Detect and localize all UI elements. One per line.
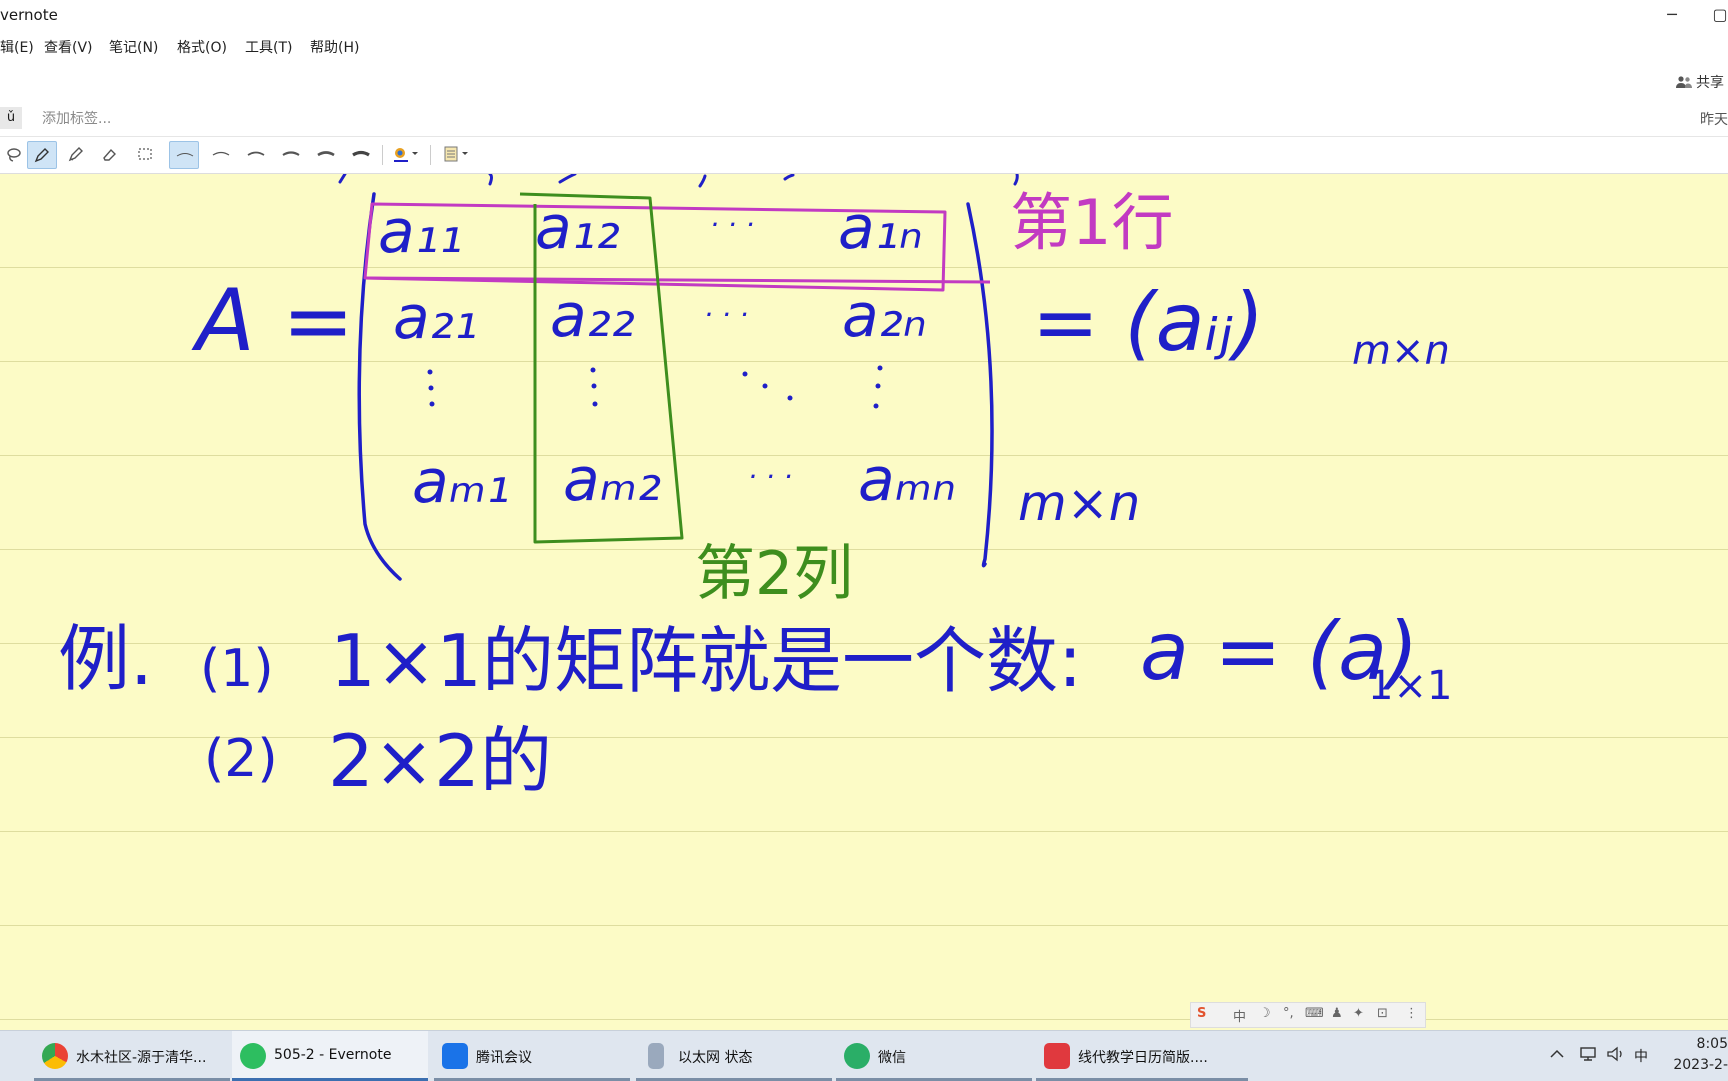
cell-amn: aₘₙ <box>858 445 956 515</box>
cell-a2n: a₂ₙ <box>842 281 927 351</box>
ime-mode-toggle[interactable]: 中 <box>1233 1006 1246 1025</box>
cell-a12: a₁₂ <box>535 193 620 263</box>
row-annotation: 第1行 <box>1010 186 1173 259</box>
ime-toolbar[interactable]: S 中 ☽ °, ⌨ ♟ ✦ ⊡ ⋮ <box>1190 1002 1426 1028</box>
more-icon[interactable]: ⋮ <box>1405 1006 1418 1021</box>
cell-a22: a₂₂ <box>550 281 635 351</box>
example-1-number: (1) <box>200 639 274 699</box>
cell-dots-1: · · · <box>710 208 755 241</box>
matrix-lhs: A = <box>191 271 354 371</box>
ink-canvas[interactable]: A = a₁₁ a₁₂ · · · a₁ₙ a₂₁ a₂₂ · · · a₂ₙ … <box>0 174 1728 1030</box>
tencent-meeting-icon <box>442 1043 468 1069</box>
menu-help[interactable]: 帮助(H) <box>310 37 359 57</box>
taskbar-item-tencent-meeting[interactable]: 腾讯会议 <box>434 1031 630 1081</box>
network-icon <box>648 1043 664 1069</box>
system-tray: 中 8:05 2023-2- <box>1528 1031 1728 1081</box>
cell-am2: aₘ₂ <box>563 445 661 515</box>
highlighter-icon[interactable] <box>62 141 92 169</box>
example-1-text: 1×1的矩阵就是一个数: <box>330 619 1082 703</box>
matrix-rhs: = (aᵢⱼ) <box>1032 276 1264 369</box>
title-bar: vernote ─ ▢ <box>0 0 1728 33</box>
chevron-up-icon[interactable] <box>1550 1049 1564 1059</box>
task-label: 微信 <box>878 1050 906 1066</box>
note-date: 昨天 <box>1700 112 1728 128</box>
network-tray-icon[interactable] <box>1578 1046 1598 1062</box>
chrome-icon <box>42 1043 68 1069</box>
taskbar-item-wechat[interactable]: 微信 <box>836 1031 1032 1081</box>
example-1-subscript: 1×1 <box>1368 663 1452 709</box>
wechat-icon <box>844 1043 870 1069</box>
menu-format[interactable]: 格式(O) <box>177 37 227 57</box>
note-toolbar: 共享 <box>0 60 1728 103</box>
tools-icon[interactable]: ✦ <box>1353 1006 1364 1021</box>
maximize-button[interactable]: ▢ <box>1700 2 1728 28</box>
volume-icon[interactable] <box>1606 1046 1626 1062</box>
paper-style-icon[interactable] <box>438 141 474 169</box>
example-2-text: 2×2的 <box>328 719 552 803</box>
toolbar-divider <box>430 145 431 165</box>
user-icon[interactable]: ♟ <box>1331 1006 1343 1021</box>
share-label: 共享 <box>1696 75 1724 91</box>
people-icon <box>1676 76 1692 88</box>
menu-bar: 辑(E) 查看(V) 笔记(N) 格式(O) 工具(T) 帮助(H) <box>0 32 1728 60</box>
cell-dots-2: · · · <box>704 298 749 331</box>
task-label: 腾讯会议 <box>476 1050 532 1066</box>
ink-drawing: A = a₁₁ a₁₂ · · · a₁ₙ a₂₁ a₂₂ · · · a₂ₙ … <box>58 174 1452 803</box>
sogou-logo-icon: S <box>1197 1006 1207 1021</box>
evernote-icon <box>240 1043 266 1069</box>
task-label: 水木社区-源于清华... <box>76 1050 207 1066</box>
menu-tools[interactable]: 工具(T) <box>245 37 292 57</box>
cell-am1: aₘ₁ <box>412 447 510 517</box>
cell-a11: a₁₁ <box>378 197 463 267</box>
matrix-rhs-subscript: m×n <box>1352 328 1450 374</box>
task-label: 以太网 状态 <box>678 1050 753 1066</box>
stroke-width-6-icon[interactable] <box>346 141 376 169</box>
toolbar-divider <box>382 145 383 165</box>
menu-view[interactable]: 查看(V) <box>44 37 93 57</box>
stroke-width-5-icon[interactable] <box>311 141 341 169</box>
punctuation-icon[interactable]: °, <box>1283 1006 1294 1021</box>
notebook-selector[interactable]: ǔ <box>0 107 22 129</box>
color-picker-icon[interactable] <box>388 141 424 169</box>
skin-icon[interactable]: ⊡ <box>1377 1006 1388 1021</box>
keyboard-icon[interactable]: ⌨ <box>1305 1006 1324 1021</box>
share-button[interactable]: 共享 <box>1676 72 1724 92</box>
minimize-button[interactable]: ─ <box>1652 2 1692 28</box>
stroke-width-1-icon[interactable] <box>169 141 199 169</box>
matrix-size-label: m×n <box>1018 474 1140 532</box>
stroke-width-2-icon[interactable] <box>206 141 236 169</box>
ink-toolbar <box>0 137 1728 174</box>
window-title: vernote <box>0 6 58 24</box>
taskbar-item-network[interactable]: 以太网 状态 <box>636 1031 832 1081</box>
cell-dots-m: · · · <box>748 460 793 493</box>
taskbar-item-evernote[interactable]: 505-2 - Evernote <box>232 1031 428 1081</box>
cell-a1n: a₁ₙ <box>838 193 923 263</box>
moon-icon[interactable]: ☽ <box>1259 1006 1271 1021</box>
ime-tray-indicator[interactable]: 中 <box>1634 1046 1648 1066</box>
wps-icon <box>1044 1043 1070 1069</box>
example-prefix: 例. <box>58 617 153 701</box>
eraser-icon[interactable] <box>96 141 126 169</box>
clock-date: 2023-2- <box>1673 1057 1728 1073</box>
tag-bar: ǔ 昨天 <box>0 102 1728 137</box>
clock-time: 8:05 <box>1696 1036 1728 1052</box>
cell-a21: a₂₁ <box>393 283 478 353</box>
menu-edit[interactable]: 辑(E) <box>0 37 34 57</box>
example-2-number: (2) <box>204 729 278 789</box>
lasso-icon[interactable] <box>0 141 30 169</box>
column-annotation: 第2列 <box>695 539 853 609</box>
menu-note[interactable]: 笔记(N) <box>109 37 158 57</box>
task-label: 505-2 - Evernote <box>274 1047 392 1063</box>
tag-input[interactable] <box>40 108 344 130</box>
stroke-width-4-icon[interactable] <box>276 141 306 169</box>
stroke-width-3-icon[interactable] <box>241 141 271 169</box>
task-label: 线代教学日历简版.... <box>1078 1050 1208 1066</box>
taskbar-item-wps[interactable]: 线代教学日历简版.... <box>1036 1031 1248 1081</box>
taskbar-item-chrome[interactable]: 水木社区-源于清华... <box>34 1031 230 1081</box>
pen-icon[interactable] <box>27 141 57 169</box>
selection-rect-icon[interactable] <box>131 141 161 169</box>
clock[interactable]: 8:05 2023-2- <box>1668 1034 1728 1076</box>
taskbar: 水木社区-源于清华... 505-2 - Evernote 腾讯会议 以太网 状… <box>0 1030 1728 1081</box>
